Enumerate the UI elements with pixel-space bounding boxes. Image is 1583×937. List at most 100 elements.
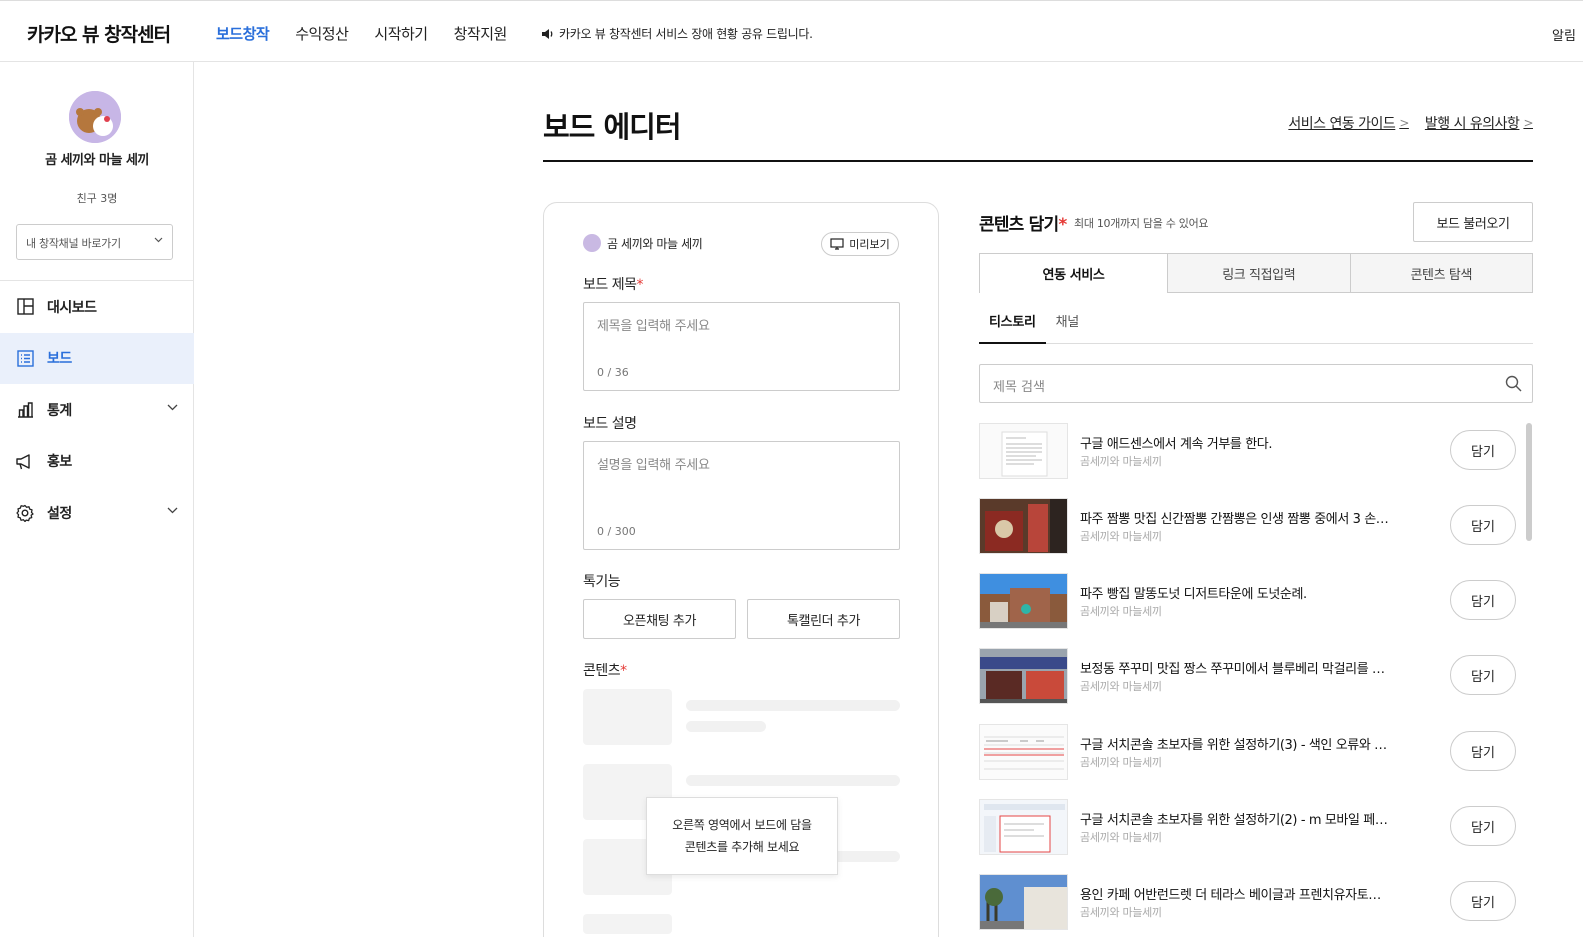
board-desc-label: 보드 설명 [583, 416, 637, 432]
sidebar-item-promotion[interactable]: 홍보 [0, 436, 194, 488]
add-content-button[interactable]: 담기 [1450, 881, 1516, 921]
add-content-button[interactable]: 담기 [1450, 731, 1516, 771]
service-subtabs: 티스토리 채널 [979, 312, 1533, 344]
nav-revenue[interactable]: 수익정산 [295, 23, 349, 44]
subtab-channel[interactable]: 채널 [1046, 312, 1089, 344]
chevron-right-icon: > [1399, 116, 1409, 130]
list-item: 구글 서치콘솔 초보자를 위한 설정하기(2) - m 모바일 페… 곰세끼와 … [979, 799, 1519, 855]
content-author: 곰세끼와 마늘세끼 [1080, 756, 1162, 769]
board-title-input[interactable]: 제목을 입력해 주세요 0 / 36 [583, 302, 900, 391]
board-desc-placeholder: 설명을 입력해 주세요 [597, 458, 710, 473]
content-skeleton-thumb [583, 914, 672, 934]
add-content-button[interactable]: 담기 [1450, 806, 1516, 846]
nav-creator-support[interactable]: 창작지원 [454, 23, 508, 44]
talk-calendar-add-button[interactable]: 톡캘린더 추가 [747, 599, 900, 639]
required-mark: * [636, 277, 643, 293]
nav-getting-started[interactable]: 시작하기 [374, 23, 428, 44]
nav-board-create[interactable]: 보드창작 [216, 23, 270, 44]
sidebar-item-board[interactable]: 보드 [0, 332, 194, 384]
chevron-down-icon[interactable] [167, 404, 178, 411]
preview-label: 미리보기 [849, 238, 890, 251]
required-mark: * [620, 663, 627, 679]
list-item: 파주 짬뽕 맛집 신간짬뽕 간짬뽕은 인생 짬뽕 중에서 3 손… 곰세끼와 마… [979, 498, 1519, 554]
owner-name: 곰 세끼와 마늘 세끼 [607, 236, 703, 251]
guide-links: 서비스 연동 가이드 > 발행 시 유의사항 > [1288, 113, 1533, 133]
content-title: 구글 서치콘솔 초보자를 위한 설정하기(2) - m 모바일 페… [1080, 813, 1388, 828]
contents-label: 콘텐츠* [583, 660, 627, 680]
add-content-button[interactable]: 담기 [1450, 580, 1516, 620]
content-title: 구글 서치콘솔 초보자를 위한 설정하기(3) - 색인 오류와 … [1080, 738, 1387, 753]
friend-count: 친구 3명 [76, 192, 118, 205]
channel-shortcut-select[interactable]: 내 창작채널 바로가기 [16, 224, 173, 260]
add-content-button[interactable]: 담기 [1450, 505, 1516, 545]
board-desc-input[interactable]: 설명을 입력해 주세요 0 / 300 [583, 441, 900, 550]
sidebar-item-label: 보드 [47, 351, 72, 368]
talk-feature-label: 톡기능 [583, 574, 621, 590]
sidebar-menu: 대시보드 보드 통계 홍보 설정 [0, 281, 194, 539]
top-header: 카카오 뷰 창작센터 보드창작 수익정산 시작하기 창작지원 카카오 뷰 창작센… [0, 0, 1583, 62]
bar-chart-icon [16, 401, 34, 419]
app-logo[interactable]: 카카오 뷰 창작센터 [27, 20, 171, 47]
add-content-button[interactable]: 담기 [1450, 430, 1516, 470]
global-nav: 보드창작 수익정산 시작하기 창작지원 [216, 23, 533, 44]
content-author: 곰세끼와 마늘세끼 [1080, 680, 1162, 693]
tab-linked-service[interactable]: 연동 서비스 [980, 254, 1167, 293]
content-title: 파주 짬뽕 맛집 신간짬뽕 간짬뽕은 인생 짬뽕 중에서 3 손… [1080, 512, 1389, 527]
preview-button[interactable]: 미리보기 [821, 232, 899, 256]
add-content-tooltip: 오른쪽 영역에서 보드에 담을 콘텐츠를 추가해 보세요 [646, 797, 838, 875]
content-thumbnail [979, 799, 1068, 855]
content-thumbnail [979, 573, 1068, 629]
add-content-button[interactable]: 담기 [1450, 655, 1516, 695]
dashboard-icon [16, 298, 34, 316]
list-item: 구글 애드센스에서 계속 거부를 한다. 곰세끼와 마늘세끼 담기 [979, 423, 1519, 479]
content-skeleton-line [686, 700, 900, 711]
tooltip-line-1: 오른쪽 영역에서 보드에 담을 [672, 818, 812, 832]
board-desc-counter: 0 / 300 [597, 525, 636, 538]
service-guide-link[interactable]: 서비스 연동 가이드 > [1288, 113, 1409, 133]
board-title-label: 보드 제목* [583, 274, 643, 294]
subtab-tistory[interactable]: 티스토리 [979, 312, 1046, 344]
header-alarm-link[interactable]: 알림 [1552, 25, 1576, 44]
board-title-label-text: 보드 제목 [583, 277, 637, 293]
search-placeholder: 제목 검색 [993, 380, 1045, 395]
load-board-button[interactable]: 보드 불러오기 [1413, 202, 1533, 242]
sidebar-item-settings[interactable]: 설정 [0, 487, 194, 539]
sidebar-item-stats[interactable]: 통계 [0, 384, 194, 436]
board-title-placeholder: 제목을 입력해 주세요 [597, 319, 710, 334]
monitor-icon [830, 238, 844, 250]
tooltip-line-2: 콘텐츠를 추가해 보세요 [684, 840, 800, 854]
content-author: 곰세끼와 마늘세끼 [1080, 455, 1162, 468]
sidebar-item-label: 설정 [47, 505, 72, 522]
content-list-scrollbar[interactable] [1526, 423, 1532, 541]
board-list-icon [16, 349, 34, 367]
content-author: 곰세끼와 마늘세끼 [1080, 906, 1162, 919]
content-thumbnail [979, 648, 1068, 704]
content-title: 용인 카페 어반런드렛 더 테라스 베이글과 프렌치유자토… [1080, 888, 1381, 903]
sidebar-item-dashboard[interactable]: 대시보드 [0, 281, 194, 333]
content-skeleton-thumb [583, 689, 672, 745]
content-title: 구글 애드센스에서 계속 거부를 한다. [1080, 437, 1273, 452]
search-icon[interactable] [1505, 375, 1522, 392]
tab-content-explore[interactable]: 콘텐츠 탐색 [1349, 254, 1533, 292]
content-panel-title-text: 콘텐츠 담기 [979, 215, 1059, 235]
sidebar: 곰 세끼와 마늘 세끼 친구 3명 내 창작채널 바로가기 대시보드 보드 통계 [0, 62, 194, 937]
sidebar-item-label: 대시보드 [47, 299, 97, 316]
service-guide-label: 서비스 연동 가이드 [1288, 116, 1396, 132]
title-search-input[interactable]: 제목 검색 [979, 364, 1533, 403]
chevron-right-icon: > [1523, 116, 1533, 130]
service-notice[interactable]: 카카오 뷰 창작센터 서비스 장애 현황 공유 드립니다. [541, 25, 813, 42]
board-editor-card: 곰 세끼와 마늘 세끼 미리보기 보드 제목* 제목을 입력해 주세요 0 / … [543, 202, 939, 937]
chevron-down-icon[interactable] [167, 507, 178, 514]
content-skeleton-line [686, 775, 900, 786]
publish-notes-link[interactable]: 발행 시 유의사항 > [1425, 113, 1534, 133]
content-title: 파주 빵집 말똥도넛 디저트타운에 도넛순례. [1080, 587, 1307, 602]
channel-select-label: 내 창작채널 바로가기 [26, 237, 121, 250]
content-source-tabs: 연동 서비스 링크 직접입력 콘텐츠 탐색 [979, 253, 1533, 293]
page-title: 보드 에디터 [543, 110, 681, 144]
tab-direct-link[interactable]: 링크 직접입력 [1167, 254, 1350, 292]
open-chat-add-button[interactable]: 오픈채팅 추가 [583, 599, 736, 639]
list-item: 구글 서치콘솔 초보자를 위한 설정하기(3) - 색인 오류와 … 곰세끼와 … [979, 724, 1519, 780]
content-author: 곰세끼와 마늘세끼 [1080, 831, 1162, 844]
board-title-counter: 0 / 36 [597, 366, 629, 379]
gear-icon [16, 504, 34, 522]
